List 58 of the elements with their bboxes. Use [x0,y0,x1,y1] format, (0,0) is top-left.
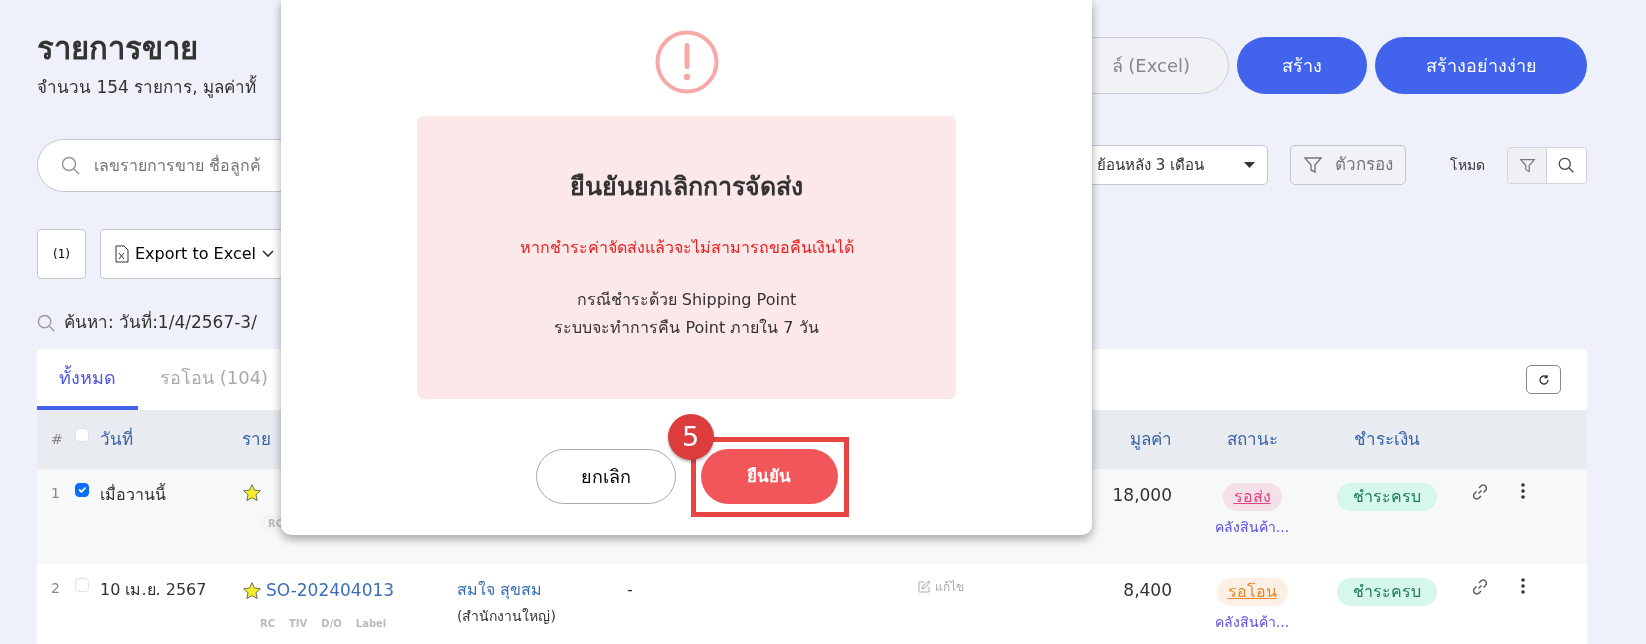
payment-status: ชำระครบ [1337,578,1437,606]
column-header: ราย [242,427,272,451]
cancel-button[interactable]: ยกเลิก [535,449,676,504]
note-text: ระบบจะทำการคืน Point ภายใน 7 วัน [554,317,819,339]
edit-icon [917,580,931,594]
select-all-checkbox[interactable] [75,427,89,442]
create-button[interactable]: สร้าง [1237,36,1367,94]
filter-button[interactable]: ตัวกรอง [1290,145,1406,185]
column-header: # [50,430,64,449]
value-text: 18,000 [1112,484,1172,507]
refresh-button[interactable] [1526,365,1561,394]
search-summary: ค้นหา: วันที่:1/4/2567-3/ [64,310,257,335]
filter-icon [1518,156,1536,174]
page-title: รายการขาย [37,29,199,67]
caret-icon [1244,162,1255,168]
warehouse-link[interactable]: คลังสินค้า... [1214,612,1290,633]
page-subtitle: จำนวน 154 รายการ, มูลค่าทั้ [37,74,257,100]
search-icon [37,313,56,333]
filter-mode-button[interactable] [1508,147,1547,183]
order-link[interactable]: SO-202404013 [266,578,395,604]
star-icon[interactable] [242,483,262,503]
more-icon[interactable] [1520,483,1525,499]
count-button[interactable]: (1) [37,228,86,279]
column-header: ชำระเงิน [1354,427,1420,451]
payment-status: ชำระครบ [1337,483,1437,511]
status-link[interactable]: รอส่ง [1222,483,1282,511]
dialog-title: ยืนยันยกเลิกการจัดส่ง [570,172,803,202]
star-icon[interactable] [242,580,262,601]
note-text: - [627,580,633,599]
row-checkbox[interactable] [75,483,89,497]
value-text: 8,400 [1123,579,1172,602]
note-text: กรณีชำระด้วย Shipping Point [575,289,798,311]
row-number: 2 [50,579,61,598]
customer-link[interactable]: สมใจ สุขสม [457,578,627,602]
date-text: 10 เม.ย. 2567 [100,579,208,601]
step-badge: 5 [667,414,714,460]
filter-icon [1303,155,1323,175]
row-number: 1 [50,484,61,503]
excel-file-icon [115,244,129,263]
column-header: มูลค่า [1130,427,1172,452]
date-text: เมื่อวานนี้ [100,483,167,506]
branch-text: (สำนักงานใหญ่) [457,607,557,626]
warehouse-link[interactable]: คลังสินค้า... [1214,517,1290,538]
search-mode-button[interactable] [1547,147,1586,183]
refresh-icon [1537,373,1550,386]
warning-text: หากชำระค่าจัดส่งแล้วจะไม่สามารถขอคืนเงินได้ [519,237,854,259]
search-icon [61,155,81,176]
chevron-icon [262,249,274,258]
warning-icon [654,30,719,94]
search-icon [1558,156,1575,174]
confirm-button[interactable]: ยืนยัน [700,449,838,504]
more-icon[interactable] [1520,578,1525,594]
link-icon[interactable] [1471,483,1489,501]
mode-label: โหมด [1450,155,1485,175]
create-button[interactable]: สร้างอย่างง่าย [1375,36,1587,94]
column-header: วันที่ [100,426,134,451]
column-header: สถานะ [1226,427,1278,451]
link-icon[interactable] [1471,578,1489,596]
